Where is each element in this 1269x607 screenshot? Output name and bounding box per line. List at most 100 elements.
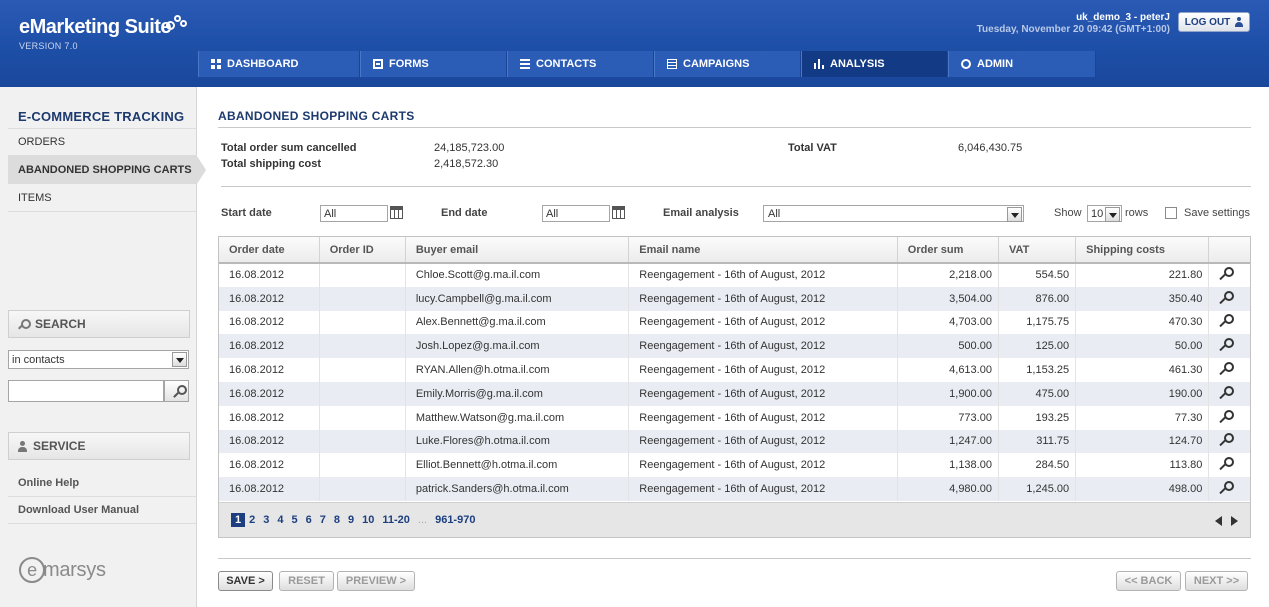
save-settings-label: Save settings	[1184, 207, 1251, 219]
table-row[interactable]: 16.08.2012 Chloe.Scott@g.ma.il.com Reengag…	[219, 263, 1250, 287]
table-cell: 1,138.00	[897, 453, 999, 478]
zoom-icon[interactable]	[1219, 267, 1235, 280]
table-cell: 1,245.00	[998, 477, 1077, 501]
column-header[interactable]: Order ID	[319, 237, 406, 264]
nav-campaigns[interactable]: CAMPAIGNS	[654, 51, 801, 77]
logout-button[interactable]: LOG OUT	[1178, 12, 1250, 32]
logout-label: LOG OUT	[1184, 16, 1231, 28]
search-icon	[173, 385, 187, 397]
chevron-down-icon[interactable]	[1007, 207, 1022, 222]
page-link[interactable]: 4	[273, 514, 287, 526]
reset-button[interactable]: RESET	[279, 571, 334, 591]
table-cell: Chloe.Scott@g.ma.il.com	[405, 263, 630, 287]
table-cell: RYAN.Allen@h.otma.il.com	[405, 358, 630, 382]
table-cell: 16.08.2012	[219, 334, 320, 359]
table-row[interactable]: 16.08.2012 lucy.Campbell@g.ma.il.com Reeng…	[219, 286, 1250, 311]
table-row[interactable]: 16.08.2012 Josh.Lopez@g.ma.il.com Reengage…	[219, 334, 1250, 359]
summary-vat-label: Total VAT	[788, 142, 837, 154]
table-cell-actions	[1208, 381, 1250, 406]
nav-admin[interactable]: ADMIN	[948, 51, 1096, 77]
page-link[interactable]: 7	[316, 514, 330, 526]
table-cell: Reengagement - 16th of August, 2012	[628, 286, 898, 311]
rows-per-page-value: 10	[1091, 207, 1104, 220]
search-button[interactable]	[164, 380, 189, 402]
table-cell: 77.30	[1075, 405, 1210, 430]
table-row[interactable]: 16.08.2012 Emily.Morris@g.ma.il.com Reenga…	[219, 381, 1250, 406]
calendar-icon[interactable]	[390, 206, 403, 219]
nav-contacts[interactable]: CONTACTS	[507, 51, 654, 77]
email-analysis-select[interactable]: All	[763, 205, 1024, 222]
online-help-link[interactable]: Online Help	[8, 470, 197, 497]
table-row[interactable]: 16.08.2012 RYAN.Allen@h.otma.il.com Reenga…	[219, 358, 1250, 382]
next-button[interactable]: NEXT >>	[1185, 571, 1248, 591]
rows-per-page-select[interactable]: 10	[1087, 205, 1122, 222]
table-row[interactable]: 16.08.2012 Elliot.Bennett@h.otma.il.com Re…	[219, 453, 1250, 478]
page-link[interactable]: 2	[245, 514, 259, 526]
sidebar-item-orders[interactable]: ORDERS	[8, 128, 197, 156]
table-cell: 16.08.2012	[219, 286, 320, 311]
zoom-icon[interactable]	[1219, 457, 1235, 470]
table-cell	[319, 453, 406, 478]
next-page-icon[interactable]	[1231, 516, 1238, 526]
search-scope-value: in contacts	[12, 353, 65, 366]
end-date-input[interactable]: All	[542, 205, 610, 222]
summary-vat-value: 6,046,430.75	[958, 142, 1023, 154]
search-scope-select[interactable]: in contacts	[8, 350, 189, 369]
download-manual-link[interactable]: Download User Manual	[8, 497, 197, 524]
page-link[interactable]: 5	[288, 514, 302, 526]
page-link[interactable]: 6	[302, 514, 316, 526]
zoom-icon[interactable]	[1219, 409, 1235, 423]
save-button[interactable]: SAVE >	[218, 571, 273, 591]
zoom-icon[interactable]	[1219, 481, 1235, 494]
email-analysis-label: Email analysis	[663, 207, 739, 219]
back-button[interactable]: << BACK	[1116, 571, 1181, 591]
table-row[interactable]: 16.08.2012 patrick.Sanders@h.otma.il.com R…	[219, 477, 1250, 501]
column-header[interactable]: Order sum	[897, 237, 999, 264]
column-header[interactable]: Email name	[628, 237, 898, 264]
divider	[218, 558, 1251, 559]
save-settings-checkbox[interactable]	[1165, 207, 1177, 219]
sidebar-item-abandoned-shopping-carts[interactable]: ABANDONED SHOPPING CARTS	[8, 156, 206, 184]
zoom-icon[interactable]	[1219, 314, 1235, 327]
search-input[interactable]	[8, 380, 164, 402]
chevron-down-icon[interactable]	[1105, 207, 1120, 222]
nav-forms[interactable]: FORMS	[360, 51, 507, 77]
start-date-input[interactable]: All	[320, 205, 388, 222]
column-header[interactable]: Buyer email	[405, 237, 630, 264]
zoom-icon[interactable]	[1219, 433, 1235, 446]
preview-button[interactable]: PREVIEW >	[337, 571, 415, 591]
column-header[interactable]: Order date	[219, 237, 320, 264]
column-header[interactable]: Shipping costs	[1075, 237, 1210, 264]
zoom-icon[interactable]	[1219, 362, 1235, 375]
page-link[interactable]: 8	[330, 514, 344, 526]
summary-shipping-label: Total shipping cost	[221, 158, 321, 170]
nav-analysis[interactable]: ANALYSIS	[801, 51, 948, 77]
calendar-icon[interactable]	[612, 206, 625, 219]
page-link[interactable]: 10	[358, 514, 378, 526]
table-row[interactable]: 16.08.2012 Alex.Bennett@g.ma.il.com Reenga…	[219, 310, 1250, 335]
gear-icon	[961, 59, 971, 69]
page-link[interactable]: 9	[344, 514, 358, 526]
table-cell-actions	[1209, 453, 1250, 477]
email-analysis-value: All	[768, 207, 781, 220]
column-header[interactable]: VAT	[998, 237, 1077, 264]
page-link[interactable]: 11-20	[378, 514, 414, 526]
page-link-last[interactable]: 961-970	[431, 514, 479, 526]
table-row[interactable]: 16.08.2012 Luke.Flores@h.otma.il.com Reeng…	[219, 429, 1250, 454]
sidebar-item-items[interactable]: ITEMS	[8, 184, 197, 212]
table-cell-actions	[1209, 263, 1250, 287]
page-link[interactable]: 3	[259, 514, 273, 526]
pagination: 1 2 3 4 5 6 7 8 9 10 11-20 ... 961-970	[219, 502, 1250, 537]
nav-dashboard[interactable]: DASHBOARD	[198, 51, 360, 77]
table-row[interactable]: 16.08.2012 Matthew.Watson@g.ma.il.com Reen…	[219, 405, 1250, 430]
divider	[218, 127, 1251, 128]
nav-label: ADMIN	[977, 58, 1014, 70]
page-current[interactable]: 1	[231, 513, 246, 527]
table-cell: 2,218.00	[897, 263, 999, 287]
zoom-icon[interactable]	[1219, 385, 1235, 399]
zoom-icon[interactable]	[1219, 290, 1235, 304]
chevron-down-icon[interactable]	[172, 352, 187, 367]
zoom-icon[interactable]	[1219, 338, 1235, 351]
previous-page-icon[interactable]	[1215, 516, 1222, 526]
table-cell-actions	[1208, 477, 1250, 501]
